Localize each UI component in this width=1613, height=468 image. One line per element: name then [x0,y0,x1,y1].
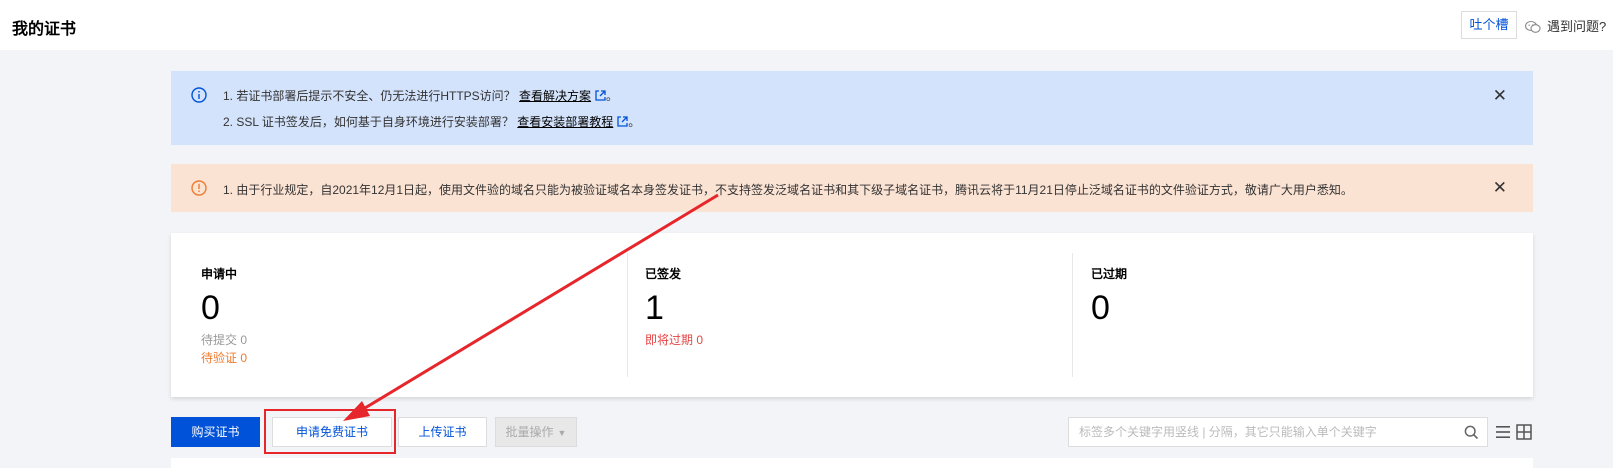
stat-count[interactable]: 0 [201,291,220,325]
warning-banner: 1. 由于行业规定，自2021年12月1日起，使用文件验的域名只能为被验证域名本… [171,164,1533,212]
certificate-table [171,458,1533,468]
help-label: 遇到问题? [1547,19,1607,34]
pending-submit-count[interactable]: 待提交 0 [201,331,247,348]
info-line-2-text: 2. SSL 证书签发后，如何基于自身环境进行安装部署？ [223,115,514,129]
list-view-icon[interactable] [1495,424,1511,445]
warning-circle-icon [191,180,207,199]
info-line-1: 1. 若证书部署后提示不安全、仍无法进行HTTPS访问？ 查看解决方案 。 [223,87,618,104]
upload-certificate-button[interactable]: 上传证书 [398,417,487,447]
info-line-2: 2. SSL 证书签发后，如何基于自身环境进行安装部署？ 查看安装部署教程 。 [223,113,640,130]
info-line-2-suffix: 。 [628,115,641,129]
batch-operation-dropdown[interactable]: 批量操作 ▼ [495,417,577,447]
info-line-1-text: 1. 若证书部署后提示不安全、仍无法进行HTTPS访问？ [223,89,516,103]
install-tutorial-link[interactable]: 查看安装部署教程 [517,115,613,129]
chevron-down-icon: ▼ [557,428,567,438]
feedback-button[interactable]: 吐个槽 [1461,11,1517,39]
stat-count[interactable]: 1 [645,291,664,325]
batch-operation-label: 批量操作 [505,425,554,439]
wechat-chat-icon [1524,20,1541,37]
page-title: 我的证书 [12,21,77,38]
warning-text: 1. 由于行业规定，自2021年12月1日起，使用文件验的域名只能为被验证域名本… [223,183,1353,197]
apply-free-certificate-button[interactable]: 申请免费证书 [272,417,392,447]
view-solution-link[interactable]: 查看解决方案 [519,89,591,103]
search-icon[interactable] [1464,425,1479,445]
stat-label: 已签发 [645,267,682,281]
certificate-stats-card: 申请中 0 待提交 0 待验证 0 已签发 1 即将过期 0 已过期 0 [171,233,1533,397]
expiring-count[interactable]: 即将过期 0 [645,331,703,348]
info-line-1-suffix: 。 [606,89,619,103]
info-circle-icon [191,87,207,106]
close-icon[interactable]: ✕ [1493,87,1507,104]
stat-label: 申请中 [201,267,238,281]
help-link[interactable]: 遇到问题? [1524,16,1607,37]
close-icon[interactable]: ✕ [1493,179,1507,196]
search-box [1068,417,1488,447]
external-link-icon[interactable] [617,116,628,130]
divider [627,253,628,377]
stat-count[interactable]: 0 [1091,291,1110,325]
top-bar: 我的证书 吐个槽 遇到问题? [0,0,1613,50]
buy-certificate-button[interactable]: 购买证书 [171,417,260,447]
info-banner: 1. 若证书部署后提示不安全、仍无法进行HTTPS访问？ 查看解决方案。 2. … [171,71,1533,145]
pending-verify-count[interactable]: 待验证 0 [201,349,247,366]
divider [1072,253,1073,377]
grid-view-icon[interactable] [1516,424,1532,445]
search-input[interactable] [1069,418,1449,446]
external-link-icon[interactable] [595,90,606,104]
stat-label: 已过期 [1091,267,1128,281]
